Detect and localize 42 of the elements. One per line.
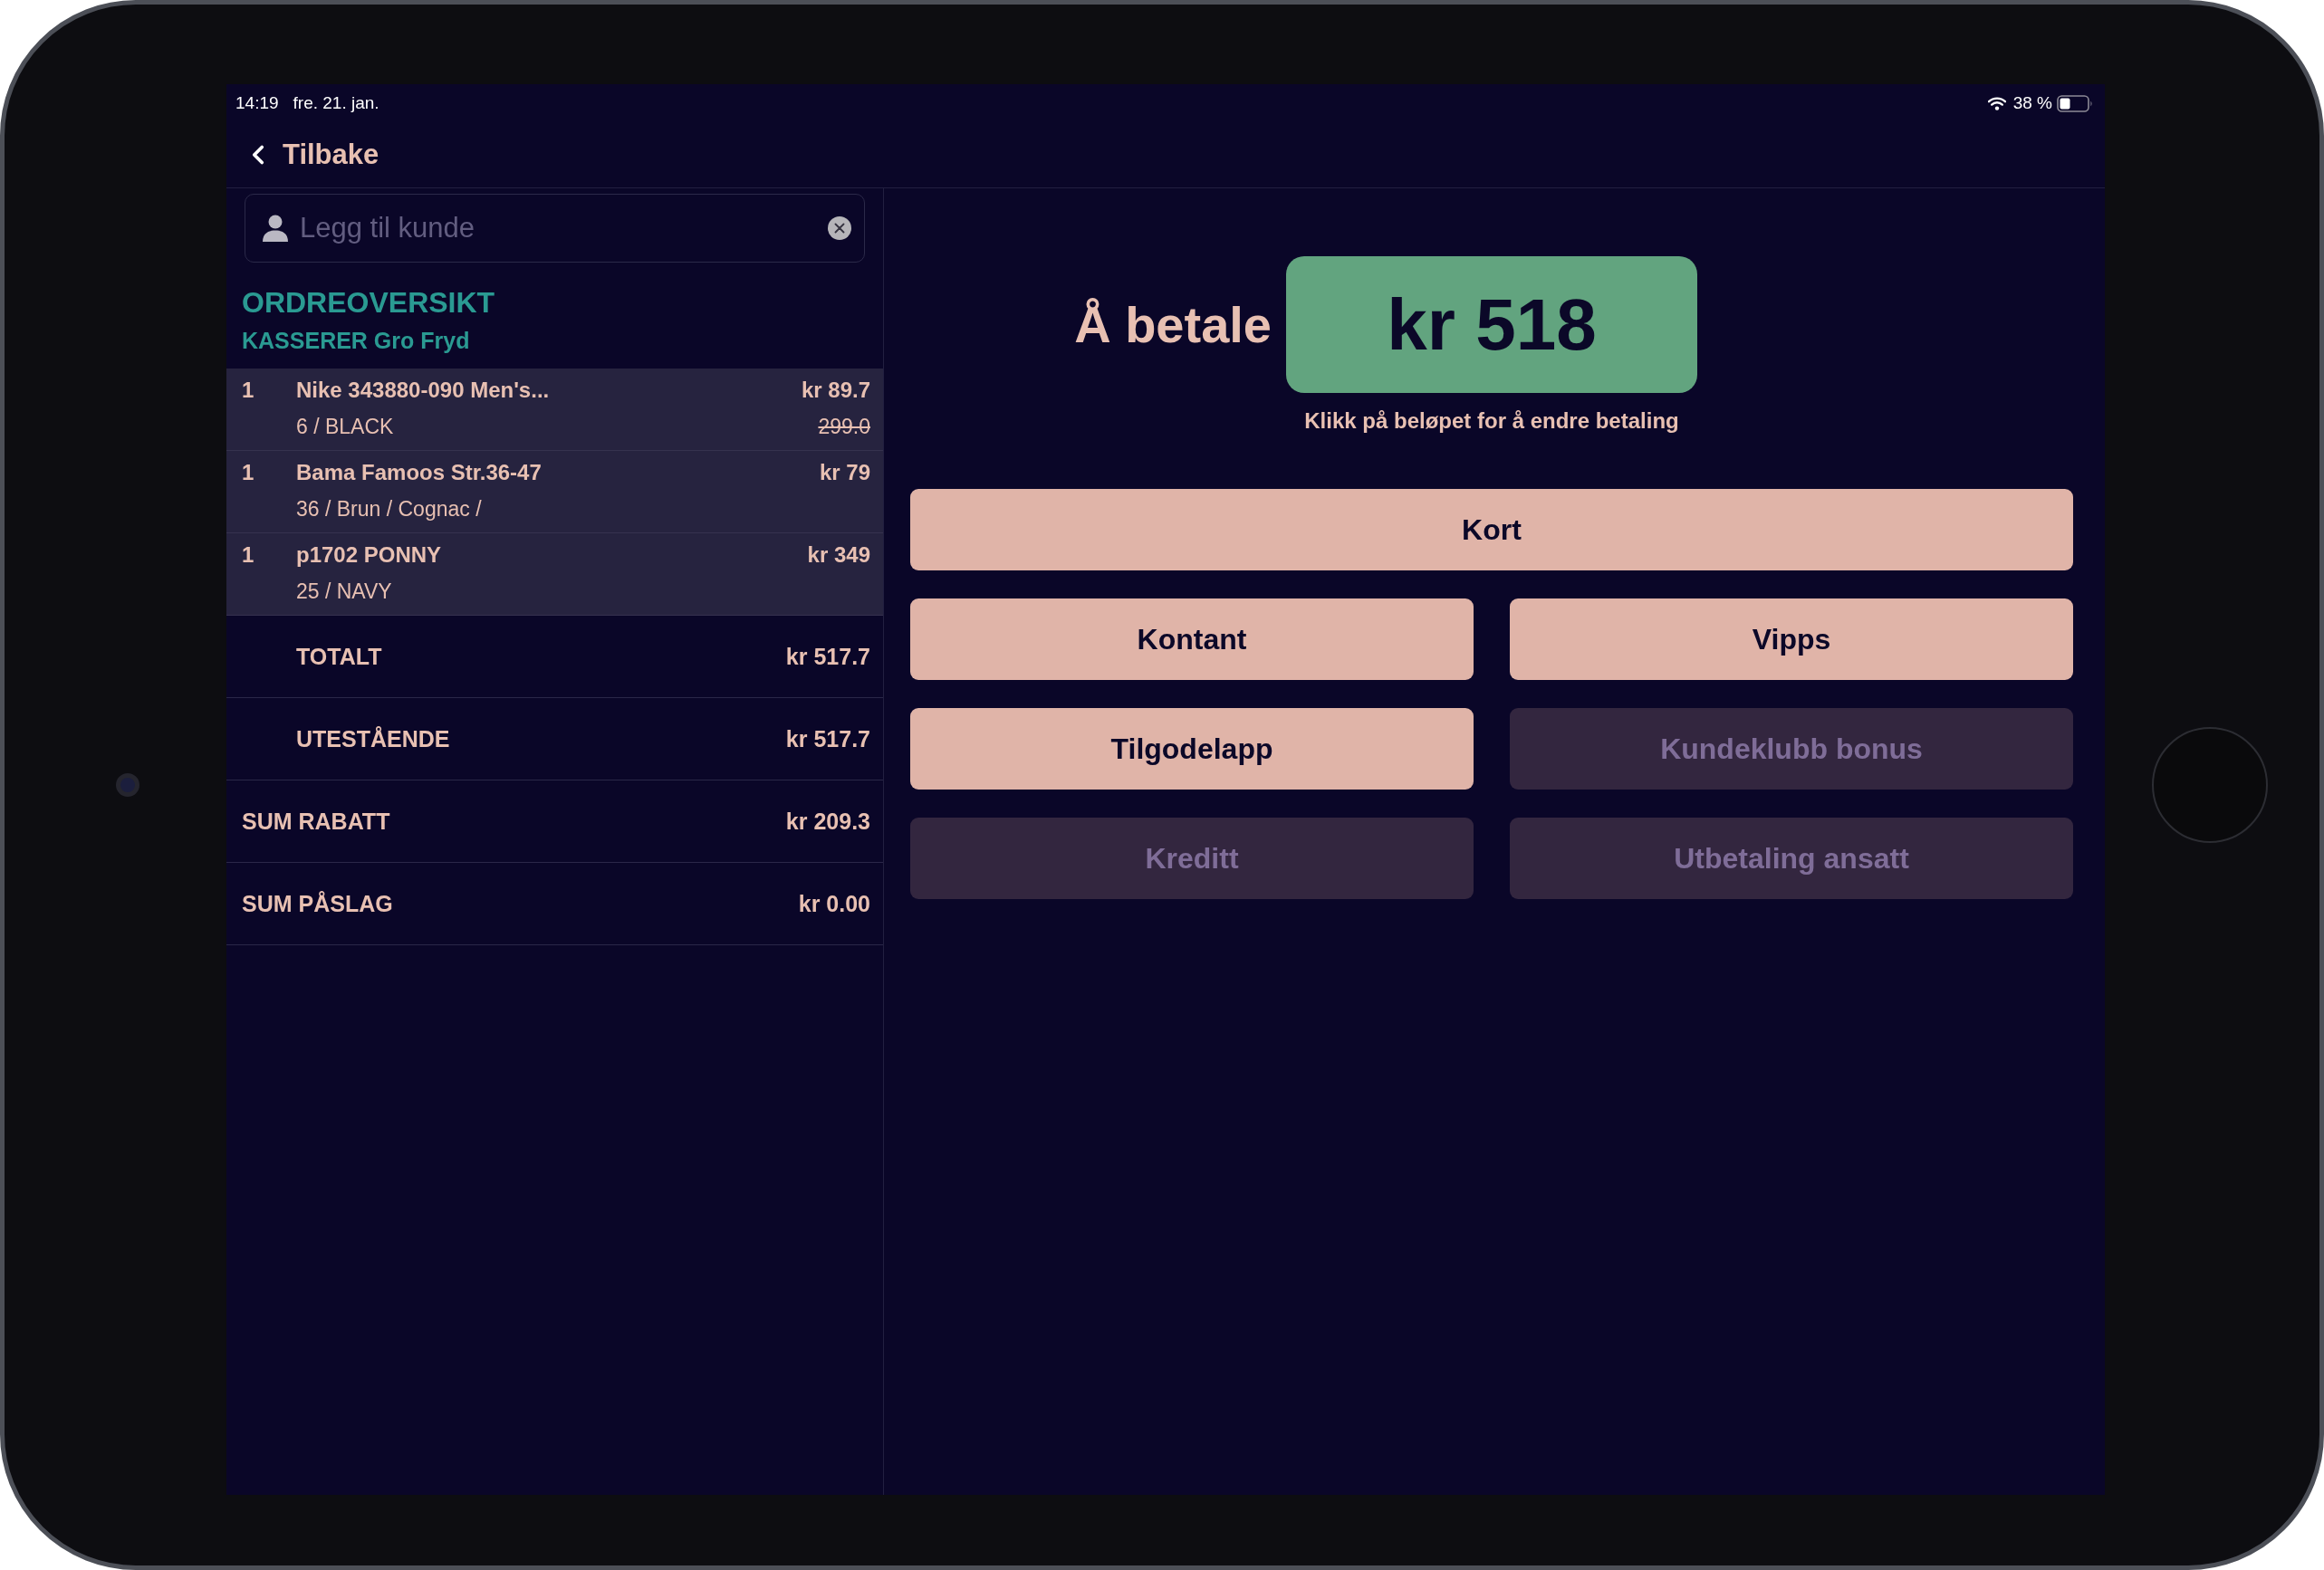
item-price: kr 89.7 xyxy=(801,377,870,404)
order-item-row[interactable]: 1 Bama Famoos Str.36-47 36 / Brun / Cognac / kr 79 xyxy=(226,451,883,533)
summary-value: kr 517.7 xyxy=(785,724,870,753)
item-variant: 6 / BLACK xyxy=(296,414,394,440)
summary-label: SUM PÅSLAG xyxy=(242,889,393,918)
wifi-icon xyxy=(1987,96,2006,110)
summary-label: UTESTÅENDE xyxy=(296,724,450,753)
amount-due-label: Å betale xyxy=(1074,294,1272,355)
customer-search-field[interactable]: Legg til kunde xyxy=(245,194,865,263)
person-icon xyxy=(263,215,288,242)
battery-percentage: 38 % xyxy=(2012,92,2052,114)
summary-label: SUM RABATT xyxy=(242,807,390,836)
item-variant: 36 / Brun / Cognac / xyxy=(296,496,482,522)
summary-value: kr 517.7 xyxy=(785,642,870,671)
cashier-name: KASSERER Gro Fryd xyxy=(242,327,470,355)
back-button[interactable]: Tilbake xyxy=(243,138,379,172)
item-quantity: 1 xyxy=(242,460,254,484)
item-quantity: 1 xyxy=(242,542,254,567)
item-quantity: 1 xyxy=(242,378,254,402)
payment-method-button[interactable]: Vipps xyxy=(1510,598,2073,680)
order-item-row[interactable]: 1 p1702 PONNY 25 / NAVY kr 349 xyxy=(226,533,883,616)
summary-value: kr 209.3 xyxy=(785,807,870,836)
payment-method-button[interactable]: Tilgodelapp xyxy=(910,708,1474,790)
amount-hint: Klikk på beløpet for å endre betaling xyxy=(1304,407,1679,434)
item-name: p1702 PONNY xyxy=(296,541,442,569)
item-name: Bama Famoos Str.36-47 xyxy=(296,459,542,486)
clear-icon[interactable] xyxy=(828,216,851,240)
item-name: Nike 343880-090 Men's... xyxy=(296,377,550,404)
amount-button[interactable]: kr 518 xyxy=(1286,256,1697,393)
payment-method-button[interactable]: Kort xyxy=(910,489,2073,570)
camera-icon xyxy=(116,773,139,797)
item-variant: 25 / NAVY xyxy=(296,579,392,605)
order-item-row[interactable]: 1 Nike 343880-090 Men's... 6 / BLACK kr 89.7 299.0 xyxy=(226,369,883,451)
item-price: kr 349 xyxy=(807,541,870,569)
status-time: 14:19 xyxy=(235,92,279,114)
status-date: fre. 21. jan. xyxy=(293,92,379,114)
summary-label: TOTALT xyxy=(296,642,382,671)
item-original-price: 299.0 xyxy=(818,414,870,440)
order-overview-title: ORDREOVERSIKT xyxy=(242,285,495,320)
payment-method-button[interactable]: Kontant xyxy=(910,598,1474,680)
summary-value: kr 0.00 xyxy=(798,889,870,918)
item-price: kr 79 xyxy=(819,459,870,486)
